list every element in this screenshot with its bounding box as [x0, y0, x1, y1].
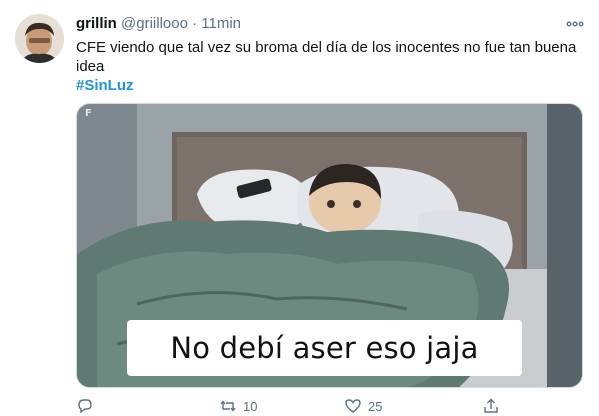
hashtag-link[interactable]: #SinLuz	[76, 76, 134, 95]
reply-icon	[78, 399, 92, 414]
retweet-icon	[220, 400, 236, 412]
retweet-button[interactable]: 10	[219, 396, 257, 416]
tweet-text: CFE viendo que tal vez su broma del día …	[76, 39, 577, 75]
tweet-header: grillin @griillooo · 11min	[76, 14, 241, 34]
author-name[interactable]: grillin	[76, 15, 117, 32]
like-count: 25	[368, 398, 383, 414]
more-options-icon[interactable]	[565, 16, 585, 32]
reply-button[interactable]	[76, 396, 100, 416]
watermark: F	[85, 108, 92, 119]
avatar-image	[15, 14, 64, 63]
tweet-time[interactable]: 11min	[201, 15, 241, 32]
like-button[interactable]: 25	[344, 396, 382, 416]
meme-caption: No debí aser eso jaja	[127, 320, 522, 376]
tweet-media[interactable]: F No debí aser eso jaja	[76, 103, 583, 388]
share-icon	[484, 398, 498, 413]
retweet-count: 10	[243, 398, 258, 414]
heart-icon	[345, 399, 361, 413]
avatar[interactable]	[15, 14, 64, 63]
time-separator: ·	[192, 15, 198, 32]
author-handle[interactable]: @griillooo	[121, 15, 188, 32]
share-button[interactable]	[482, 396, 500, 416]
tweet-actions: 10 25	[76, 396, 583, 416]
